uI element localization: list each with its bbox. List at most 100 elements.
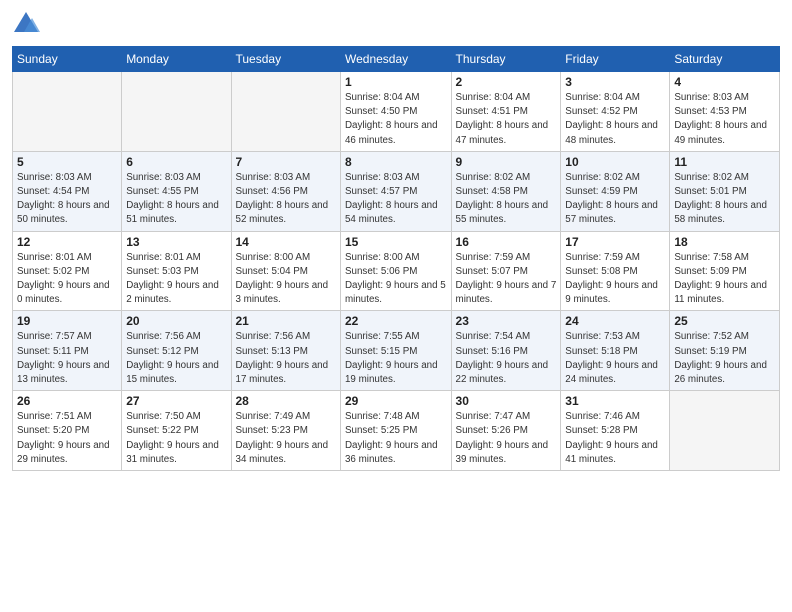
day-number: 1: [345, 75, 447, 89]
day-info: Sunrise: 8:00 AMSunset: 5:06 PMDaylight:…: [345, 251, 447, 308]
day-info: Sunrise: 8:03 AMSunset: 4:54 PMDaylight:…: [17, 171, 117, 228]
day-info: Sunrise: 8:04 AMSunset: 4:50 PMDaylight:…: [345, 91, 447, 148]
calendar-day-cell: 28Sunrise: 7:49 AMSunset: 5:23 PMDayligh…: [231, 391, 340, 471]
day-header: Tuesday: [231, 47, 340, 72]
day-info: Sunrise: 8:01 AMSunset: 5:03 PMDaylight:…: [126, 251, 226, 308]
day-info: Sunrise: 7:46 AMSunset: 5:28 PMDaylight:…: [565, 410, 665, 467]
calendar-week-row: 12 Sunrise: 8:01 AMSunset: 5:02 PMDayligh…: [13, 231, 780, 311]
day-info: Sunrise: 8:03 AMSunset: 4:53 PMDaylight:…: [674, 91, 775, 148]
calendar-day-cell: [122, 72, 231, 152]
calendar-day-cell: 9 Sunrise: 8:02 AMSunset: 4:58 PMDaylight…: [451, 151, 561, 231]
calendar-day-cell: [13, 72, 122, 152]
calendar-day-cell: 6 Sunrise: 8:03 AMSunset: 4:55 PMDaylight…: [122, 151, 231, 231]
calendar-day-cell: 18 Sunrise: 7:58 AMSunset: 5:09 PMDayligh…: [670, 231, 780, 311]
calendar-day-cell: 7Sunrise: 8:03 AMSunset: 4:56 PMDaylight…: [231, 151, 340, 231]
day-number: 21: [236, 314, 336, 328]
day-info: Sunrise: 8:03 AMSunset: 4:56 PMDaylight:…: [236, 171, 336, 228]
calendar-day-cell: 26 Sunrise: 7:51 AMSunset: 5:20 PMDayligh…: [13, 391, 122, 471]
day-number: 27: [126, 394, 226, 408]
calendar-table: SundayMondayTuesdayWednesdayThursdayFrid…: [12, 46, 780, 471]
calendar-day-cell: 10 Sunrise: 8:02 AMSunset: 4:59 PMDayligh…: [561, 151, 670, 231]
day-info: Sunrise: 8:02 AMSunset: 4:59 PMDaylight:…: [565, 171, 665, 228]
day-info: Sunrise: 7:47 AMSunset: 5:26 PMDaylight:…: [456, 410, 557, 467]
calendar-day-cell: 14Sunrise: 8:00 AMSunset: 5:04 PMDayligh…: [231, 231, 340, 311]
calendar-day-cell: 5 Sunrise: 8:03 AMSunset: 4:54 PMDaylight…: [13, 151, 122, 231]
calendar-day-cell: 20 Sunrise: 7:56 AMSunset: 5:12 PMDayligh…: [122, 311, 231, 391]
day-number: 30: [456, 394, 557, 408]
day-info: Sunrise: 7:56 AMSunset: 5:12 PMDaylight:…: [126, 330, 226, 387]
calendar-day-cell: 4 Sunrise: 8:03 AMSunset: 4:53 PMDaylight…: [670, 72, 780, 152]
day-number: 9: [456, 155, 557, 169]
day-info: Sunrise: 7:49 AMSunset: 5:23 PMDaylight:…: [236, 410, 336, 467]
day-info: Sunrise: 7:50 AMSunset: 5:22 PMDaylight:…: [126, 410, 226, 467]
day-number: 18: [674, 235, 775, 249]
calendar-day-cell: 27 Sunrise: 7:50 AMSunset: 5:22 PMDayligh…: [122, 391, 231, 471]
calendar-day-cell: 25 Sunrise: 7:52 AMSunset: 5:19 PMDayligh…: [670, 311, 780, 391]
calendar-week-row: 5 Sunrise: 8:03 AMSunset: 4:54 PMDaylight…: [13, 151, 780, 231]
day-number: 26: [17, 394, 117, 408]
calendar-week-row: 19Sunrise: 7:57 AMSunset: 5:11 PMDayligh…: [13, 311, 780, 391]
calendar-day-cell: 11 Sunrise: 8:02 AMSunset: 5:01 PMDayligh…: [670, 151, 780, 231]
day-header: Wednesday: [340, 47, 451, 72]
day-info: Sunrise: 8:04 AMSunset: 4:52 PMDaylight:…: [565, 91, 665, 148]
day-number: 29: [345, 394, 447, 408]
day-number: 20: [126, 314, 226, 328]
calendar-day-cell: 8Sunrise: 8:03 AMSunset: 4:57 PMDaylight…: [340, 151, 451, 231]
calendar-day-cell: 22 Sunrise: 7:55 AMSunset: 5:15 PMDayligh…: [340, 311, 451, 391]
page-container: SundayMondayTuesdayWednesdayThursdayFrid…: [0, 0, 792, 612]
day-info: Sunrise: 7:53 AMSunset: 5:18 PMDaylight:…: [565, 330, 665, 387]
day-header: Friday: [561, 47, 670, 72]
calendar-day-cell: 12 Sunrise: 8:01 AMSunset: 5:02 PMDayligh…: [13, 231, 122, 311]
day-number: 25: [674, 314, 775, 328]
calendar-week-row: 26 Sunrise: 7:51 AMSunset: 5:20 PMDayligh…: [13, 391, 780, 471]
day-info: Sunrise: 7:51 AMSunset: 5:20 PMDaylight:…: [17, 410, 117, 467]
day-number: 19: [17, 314, 117, 328]
day-info: Sunrise: 8:02 AMSunset: 4:58 PMDaylight:…: [456, 171, 557, 228]
calendar-day-cell: 3 Sunrise: 8:04 AMSunset: 4:52 PMDaylight…: [561, 72, 670, 152]
calendar-day-cell: 23 Sunrise: 7:54 AMSunset: 5:16 PMDayligh…: [451, 311, 561, 391]
day-number: 3: [565, 75, 665, 89]
calendar-day-cell: 15 Sunrise: 8:00 AMSunset: 5:06 PMDayligh…: [340, 231, 451, 311]
day-number: 16: [456, 235, 557, 249]
day-number: 24: [565, 314, 665, 328]
calendar-day-cell: 16 Sunrise: 7:59 AMSunset: 5:07 PMDayligh…: [451, 231, 561, 311]
day-info: Sunrise: 7:52 AMSunset: 5:19 PMDaylight:…: [674, 330, 775, 387]
header: [12, 10, 780, 38]
day-info: Sunrise: 7:56 AMSunset: 5:13 PMDaylight:…: [236, 330, 336, 387]
day-info: Sunrise: 8:01 AMSunset: 5:02 PMDaylight:…: [17, 251, 117, 308]
day-number: 12: [17, 235, 117, 249]
day-number: 4: [674, 75, 775, 89]
day-number: 6: [126, 155, 226, 169]
day-info: Sunrise: 7:55 AMSunset: 5:15 PMDaylight:…: [345, 330, 447, 387]
calendar-day-cell: 31Sunrise: 7:46 AMSunset: 5:28 PMDayligh…: [561, 391, 670, 471]
day-info: Sunrise: 8:03 AMSunset: 4:55 PMDaylight:…: [126, 171, 226, 228]
day-number: 13: [126, 235, 226, 249]
day-header: Sunday: [13, 47, 122, 72]
day-info: Sunrise: 8:02 AMSunset: 5:01 PMDaylight:…: [674, 171, 775, 228]
day-info: Sunrise: 7:54 AMSunset: 5:16 PMDaylight:…: [456, 330, 557, 387]
calendar-day-cell: 17Sunrise: 7:59 AMSunset: 5:08 PMDayligh…: [561, 231, 670, 311]
calendar-header-row: SundayMondayTuesdayWednesdayThursdayFrid…: [13, 47, 780, 72]
day-header: Saturday: [670, 47, 780, 72]
logo-icon: [12, 10, 40, 38]
calendar-day-cell: 13 Sunrise: 8:01 AMSunset: 5:03 PMDayligh…: [122, 231, 231, 311]
day-info: Sunrise: 7:58 AMSunset: 5:09 PMDaylight:…: [674, 251, 775, 308]
day-number: 10: [565, 155, 665, 169]
day-number: 15: [345, 235, 447, 249]
day-number: 22: [345, 314, 447, 328]
day-info: Sunrise: 8:03 AMSunset: 4:57 PMDaylight:…: [345, 171, 447, 228]
calendar-day-cell: 21 Sunrise: 7:56 AMSunset: 5:13 PMDayligh…: [231, 311, 340, 391]
calendar-day-cell: 2Sunrise: 8:04 AMSunset: 4:51 PMDaylight…: [451, 72, 561, 152]
day-info: Sunrise: 7:59 AMSunset: 5:07 PMDaylight:…: [456, 251, 557, 308]
day-info: Sunrise: 7:48 AMSunset: 5:25 PMDaylight:…: [345, 410, 447, 467]
calendar-day-cell: [231, 72, 340, 152]
day-number: 11: [674, 155, 775, 169]
logo: [12, 10, 44, 38]
day-number: 14: [236, 235, 336, 249]
day-number: 17: [565, 235, 665, 249]
day-header: Thursday: [451, 47, 561, 72]
day-info: Sunrise: 8:04 AMSunset: 4:51 PMDaylight:…: [456, 91, 557, 148]
day-number: 5: [17, 155, 117, 169]
calendar-day-cell: 19Sunrise: 7:57 AMSunset: 5:11 PMDayligh…: [13, 311, 122, 391]
day-number: 23: [456, 314, 557, 328]
